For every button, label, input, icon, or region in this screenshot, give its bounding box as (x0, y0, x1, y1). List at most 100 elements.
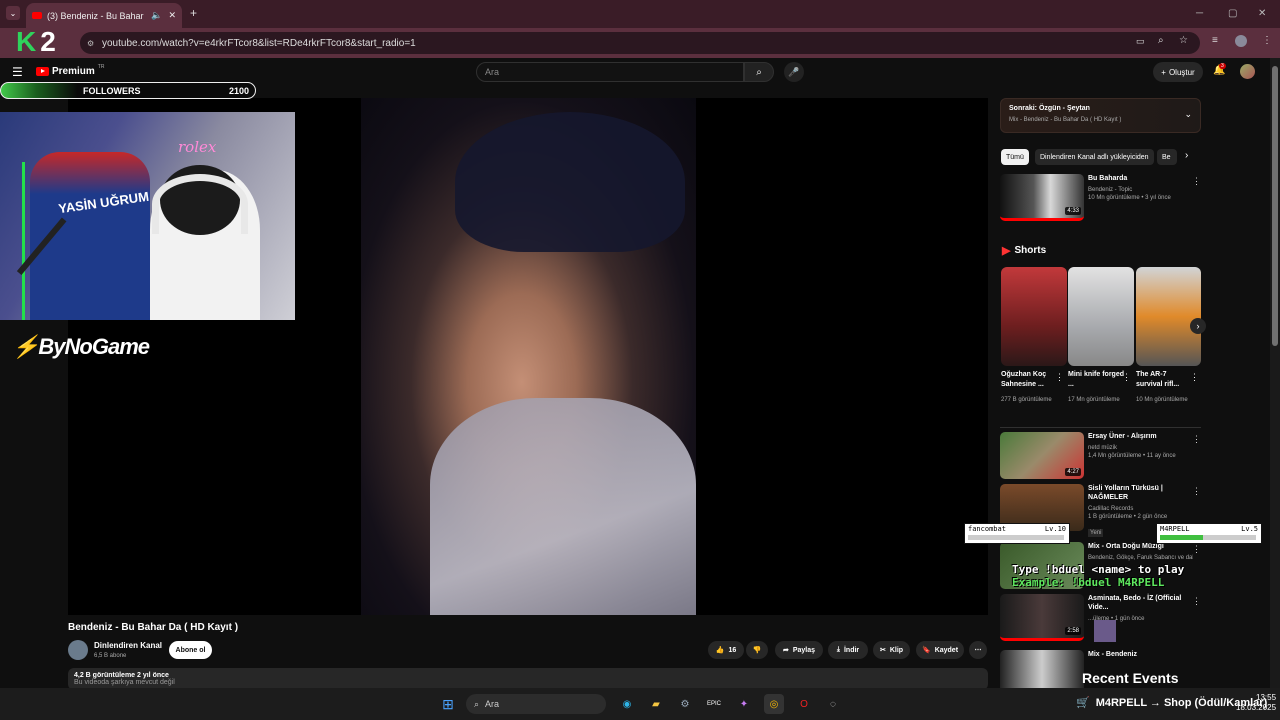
short-title[interactable]: Oğuzhan Koç Sahnesine ... (1001, 370, 1057, 390)
minimize-icon[interactable]: ─ (1196, 8, 1203, 19)
channel-name[interactable]: Cadillac Records (1088, 505, 1193, 513)
followers-goal-bar: FOLLOWERS 2100 (0, 82, 256, 99)
scrollbar-thumb[interactable] (1272, 66, 1278, 346)
more-vertical-icon[interactable]: ⋮ (1190, 372, 1199, 383)
create-label: Oluştur (1168, 67, 1195, 77)
shorts-next-icon[interactable]: › (1190, 318, 1206, 334)
chrome-icon[interactable]: ◎ (764, 694, 784, 714)
microphone-icon[interactable]: 🎤 (784, 62, 804, 82)
maximize-icon[interactable]: ▢ (1228, 8, 1237, 19)
system-clock[interactable]: 13:55 18.03.2025 (1236, 693, 1276, 713)
more-vertical-icon[interactable]: ⋮ (1192, 486, 1201, 497)
video-thumbnail[interactable]: 2:58 (1000, 594, 1084, 641)
search-icon[interactable]: ⌕ (744, 62, 774, 82)
subscriber-count: 6,5 B abone (94, 653, 127, 659)
windows-start-icon[interactable]: ⊞ (438, 694, 458, 714)
edge-icon[interactable]: ◉ (617, 694, 637, 714)
file-explorer-icon[interactable]: ▰ (646, 694, 666, 714)
like-button[interactable]: 👍 16 (708, 641, 744, 659)
channel-name[interactable]: Dinlendiren Kanal (94, 641, 162, 650)
clip-button[interactable]: ✂ Klip (873, 641, 910, 659)
description-box[interactable]: 4,2 B görüntüleme 2 yıl önce Bu videoda … (68, 668, 988, 690)
new-tab-button[interactable]: + (190, 6, 197, 20)
video-thumbnail[interactable]: 4:33 (1000, 174, 1084, 221)
neon-sign: rolex (178, 138, 217, 156)
duration-badge: 4:33 (1065, 207, 1081, 215)
region-label: TR (97, 63, 105, 70)
media-controls-icon[interactable]: ≡ (1212, 35, 1218, 46)
more-actions-button[interactable]: ⋯ (969, 641, 987, 659)
notification-count-badge: 3 (1219, 63, 1226, 69)
browser-tab[interactable]: (3) Bendeniz - Bu Bahar Da 🔈 ✕ (26, 3, 182, 28)
premium-label: Premium (52, 66, 95, 77)
chip-all[interactable]: Tümü (1001, 149, 1029, 165)
channel-name[interactable]: netd müzik (1088, 444, 1193, 452)
browser-menu-icon[interactable]: ⋮ (1262, 35, 1272, 46)
taskbar-search[interactable]: ⌕ Ara (466, 694, 606, 714)
video-title[interactable]: Mix - Bendeniz (1088, 650, 1193, 659)
more-vertical-icon[interactable]: ⋮ (1192, 596, 1201, 607)
duration-badge: 4:27 (1065, 468, 1081, 476)
address-bar[interactable]: ⚙ youtube.com/watch?v=e4rkrFTcor8&list=R… (80, 32, 1200, 54)
more-vertical-icon[interactable]: ⋮ (1122, 372, 1131, 383)
search-input[interactable]: Ara (476, 62, 744, 82)
video-title[interactable]: Asminata, Bedo - İZ (Official Vide... (1088, 594, 1193, 612)
video-thumbnail[interactable]: 4:27 (1000, 432, 1084, 479)
video-title[interactable]: Sisli Yolların Türküsü | NAĞMELER (1088, 484, 1193, 502)
chevron-down-icon[interactable]: ⌄ (1184, 109, 1192, 120)
duel-player-card: M4RPELL Lv.5 (1156, 523, 1262, 544)
dislike-button[interactable]: 👎 (746, 641, 768, 659)
duel-player-card: fancombat Lv.10 (964, 523, 1070, 544)
site-info-icon[interactable]: ⚙ (87, 39, 94, 48)
hamburger-menu-icon[interactable]: ☰ (12, 65, 23, 79)
youtube-logo[interactable]: Premium TR (36, 63, 105, 77)
short-thumbnail[interactable] (1068, 267, 1134, 366)
channel-avatar[interactable] (68, 640, 88, 660)
more-vertical-icon[interactable]: ⋮ (1055, 372, 1064, 383)
close-window-icon[interactable]: ✕ (1258, 8, 1266, 19)
list-item[interactable]: 4:27 Ersay Üner - Alışırım netd müzik 1,… (1000, 432, 1201, 480)
tab-list-button[interactable]: ⌄ (6, 6, 20, 20)
download-label: İndir (843, 646, 860, 654)
video-subject-top (430, 398, 696, 615)
zoom-icon[interactable]: ⌕ (1158, 35, 1164, 46)
account-avatar[interactable] (1240, 64, 1255, 79)
steam-icon[interactable]: ⚙ (675, 694, 695, 714)
epic-games-icon[interactable]: EPIC (704, 694, 724, 714)
create-button[interactable]: + Oluştur (1153, 62, 1203, 82)
opera-gx-icon[interactable]: ◌ (823, 694, 843, 714)
chip-more[interactable]: Be (1157, 149, 1177, 165)
close-tab-icon[interactable]: ✕ (168, 10, 176, 21)
copilot-icon[interactable]: ✦ (734, 694, 754, 714)
more-vertical-icon[interactable]: ⋮ (1192, 176, 1201, 187)
speaker-icon[interactable]: 🔈 (151, 10, 162, 21)
followers-label: FOLLOWERS (83, 85, 141, 96)
short-title[interactable]: The AR-7 survival rifl... (1136, 370, 1192, 390)
short-thumbnail[interactable] (1136, 267, 1201, 366)
share-button[interactable]: ➦ Paylaş (775, 641, 823, 659)
player-name: fancombat (968, 525, 1006, 533)
up-next-panel[interactable]: Sonraki: Özgün - Şeytan Mix - Bendeniz -… (1000, 98, 1201, 133)
player-level: Lv.5 (1241, 525, 1258, 533)
profile-avatar[interactable] (1235, 35, 1247, 47)
short-thumbnail[interactable] (1001, 267, 1067, 366)
video-title[interactable]: Ersay Üner - Alışırım (1088, 432, 1193, 441)
bookmark-star-icon[interactable]: ☆ (1179, 35, 1188, 46)
channel-name[interactable]: Bendeniz - Topic (1088, 186, 1193, 194)
short-title[interactable]: Mini knife forged ... (1068, 370, 1124, 390)
save-button[interactable]: 🔖 Kaydet (916, 641, 964, 659)
video-title[interactable]: Bu Baharda (1088, 174, 1193, 183)
followers-count: 2100 (228, 85, 249, 96)
shorts-icon: ▶ (1002, 245, 1011, 257)
opera-icon[interactable]: O (794, 694, 814, 714)
channel-name[interactable]: Bendeniz, Gökçe, Faruk Sabancı ve daha .… (1088, 554, 1193, 562)
more-vertical-icon[interactable]: ⋮ (1192, 434, 1201, 445)
subscribe-button[interactable]: Abone ol (169, 641, 212, 659)
chip-channel[interactable]: Dinlendiren Kanal adlı yükleyiciden (1035, 149, 1154, 165)
download-button[interactable]: ⤓ İndir (828, 641, 868, 659)
clock-time: 13:55 (1256, 693, 1277, 702)
more-vertical-icon[interactable]: ⋮ (1192, 544, 1201, 555)
cast-icon[interactable]: ▭ (1136, 36, 1145, 47)
list-item[interactable]: 4:33 Bu Baharda Bendeniz - Topic 10 Mn g… (1000, 174, 1201, 222)
chip-next-arrow-icon[interactable]: › (1185, 150, 1188, 161)
